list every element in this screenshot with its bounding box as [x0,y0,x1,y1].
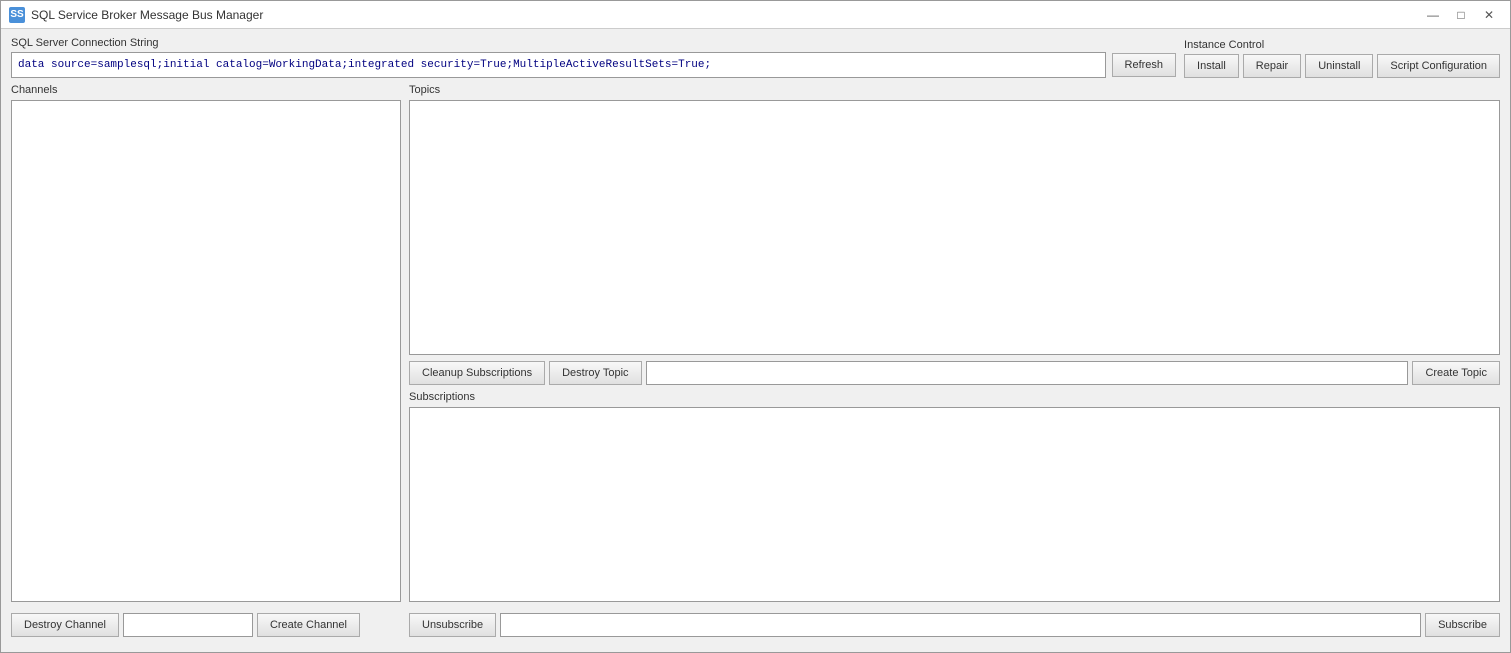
left-panel: Channels Destroy Channel Create Channel [11,84,401,644]
subscriptions-section: Subscriptions Unsubscribe Subscribe [409,391,1500,644]
instance-buttons: Install Repair Uninstall Script Configur… [1184,54,1500,78]
subscribe-button[interactable]: Subscribe [1425,613,1500,637]
minimize-button[interactable]: — [1420,5,1446,25]
connection-input[interactable] [11,52,1106,78]
connection-section: SQL Server Connection String Refresh [11,37,1176,78]
title-bar-left: SS SQL Service Broker Message Bus Manage… [9,7,263,23]
topics-actions: Cleanup Subscriptions Destroy Topic Crea… [409,361,1500,385]
subscriptions-label: Subscriptions [409,391,1500,403]
topics-label: Topics [409,84,1500,96]
create-channel-button[interactable]: Create Channel [257,613,360,637]
destroy-topic-button[interactable]: Destroy Topic [549,361,641,385]
main-window: SS SQL Service Broker Message Bus Manage… [0,0,1511,653]
subscriptions-list[interactable] [409,407,1500,602]
right-panel-inner: Topics Cleanup Subscriptions Destroy Top… [409,84,1500,644]
install-button[interactable]: Install [1184,54,1239,78]
connection-label: SQL Server Connection String [11,37,1176,49]
cleanup-subscriptions-button[interactable]: Cleanup Subscriptions [409,361,545,385]
app-icon-text: SS [10,9,23,20]
title-bar: SS SQL Service Broker Message Bus Manage… [1,1,1510,29]
topic-name-input[interactable] [646,361,1409,385]
script-config-button[interactable]: Script Configuration [1377,54,1500,78]
unsubscribe-button[interactable]: Unsubscribe [409,613,496,637]
create-topic-button[interactable]: Create Topic [1412,361,1500,385]
right-panel: Topics Cleanup Subscriptions Destroy Top… [409,84,1500,644]
close-button[interactable]: ✕ [1476,5,1502,25]
maximize-button[interactable]: □ [1448,5,1474,25]
channels-label: Channels [11,84,401,96]
destroy-channel-button[interactable]: Destroy Channel [11,613,119,637]
topics-list[interactable] [409,100,1500,355]
title-bar-controls: — □ ✕ [1420,5,1502,25]
instance-section: Instance Control Install Repair Uninstal… [1184,39,1500,78]
channels-bottom-bar: Destroy Channel Create Channel [11,606,401,644]
window-title: SQL Service Broker Message Bus Manager [31,8,263,22]
content-area: SQL Server Connection String Refresh Ins… [1,29,1510,652]
subscribe-input[interactable] [500,613,1421,637]
uninstall-button[interactable]: Uninstall [1305,54,1373,78]
main-panels: Channels Destroy Channel Create Channel … [11,84,1500,644]
app-icon: SS [9,7,25,23]
connection-row: Refresh [11,52,1176,78]
channel-name-input[interactable] [123,613,253,637]
refresh-button[interactable]: Refresh [1112,53,1177,77]
repair-button[interactable]: Repair [1243,54,1301,78]
subscriptions-bottom-bar: Unsubscribe Subscribe [409,606,1500,644]
channels-list[interactable] [11,100,401,602]
top-row: SQL Server Connection String Refresh Ins… [11,37,1500,78]
instance-label: Instance Control [1184,39,1500,51]
